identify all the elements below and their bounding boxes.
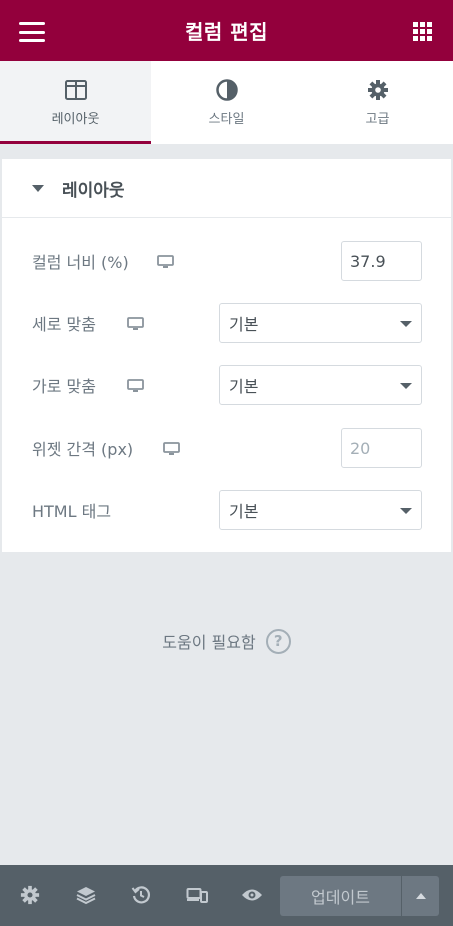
- columns-icon: [64, 78, 87, 102]
- settings-icon[interactable]: [18, 883, 42, 907]
- hamburger-icon[interactable]: [19, 22, 45, 42]
- tab-label: 스타일: [208, 112, 245, 127]
- layout-section: 레이아웃 컬럼 너비 (%) 37.9 세로 맞춤 기본 가로 맞춤 기본 위젯…: [2, 159, 451, 552]
- contrast-icon: [215, 78, 238, 102]
- gear-icon: [367, 78, 389, 102]
- eye-icon[interactable]: [240, 883, 264, 907]
- layers-icon[interactable]: [74, 883, 98, 907]
- section-toggle[interactable]: 레이아웃: [2, 159, 451, 218]
- horizontal-align-label: 가로 맞춤: [32, 377, 96, 396]
- tab-layout[interactable]: 레이아웃: [0, 61, 151, 144]
- monitor-icon[interactable]: [127, 316, 144, 335]
- column-width-input[interactable]: 37.9: [341, 241, 422, 281]
- html-tag-select[interactable]: 기본: [219, 490, 422, 530]
- control-vertical-align: 세로 맞춤 기본: [2, 303, 451, 343]
- control-html-tag: HTML 태그 기본: [2, 490, 451, 530]
- monitor-icon[interactable]: [163, 441, 180, 460]
- tab-style[interactable]: 스타일: [151, 61, 302, 144]
- select-value: 기본: [229, 315, 259, 334]
- widget-gap-label: 위젯 간격 (px): [32, 440, 134, 459]
- vertical-align-label: 세로 맞춤: [32, 315, 96, 334]
- help-link[interactable]: 도움이 필요함 ?: [0, 627, 453, 655]
- monitor-icon[interactable]: [157, 254, 174, 273]
- horizontal-align-select[interactable]: 기본: [219, 365, 422, 405]
- save-options-button[interactable]: [402, 876, 439, 916]
- html-tag-label: HTML 태그: [32, 502, 112, 521]
- tab-label: 고급: [365, 112, 390, 127]
- chevron-down-icon: [400, 321, 412, 327]
- grid-icon[interactable]: [413, 22, 432, 41]
- control-column-width: 컬럼 너비 (%) 37.9: [2, 241, 451, 281]
- section-title: 레이아웃: [62, 180, 125, 201]
- question-icon: ?: [265, 628, 291, 654]
- history-icon[interactable]: [129, 883, 153, 907]
- panel-header: 컬럼 편집: [0, 0, 453, 61]
- caret-up-icon: [415, 893, 426, 899]
- tab-label: 레이아웃: [51, 112, 100, 127]
- monitor-icon[interactable]: [127, 378, 144, 397]
- panel-title: 컬럼 편집: [184, 20, 269, 44]
- control-horizontal-align: 가로 맞춤 기본: [2, 365, 451, 405]
- update-button[interactable]: 업데이트: [280, 876, 401, 916]
- chevron-down-icon: [400, 508, 412, 514]
- panel-tabs: 레이아웃 스타일 고급: [0, 61, 453, 144]
- select-value: 기본: [229, 502, 259, 521]
- vertical-align-select[interactable]: 기본: [219, 303, 422, 343]
- select-value: 기본: [229, 377, 259, 396]
- widget-gap-input[interactable]: 20: [341, 428, 422, 468]
- control-widget-gap: 위젯 간격 (px) 20: [2, 428, 451, 468]
- column-width-label: 컬럼 너비 (%): [32, 253, 129, 272]
- chevron-down-icon: [400, 383, 412, 389]
- help-label: 도움이 필요함: [162, 633, 256, 652]
- caret-down-icon: [32, 184, 44, 192]
- responsive-icon[interactable]: [185, 883, 209, 907]
- tab-advanced[interactable]: 고급: [302, 61, 453, 144]
- panel-footer: 업데이트: [0, 865, 453, 926]
